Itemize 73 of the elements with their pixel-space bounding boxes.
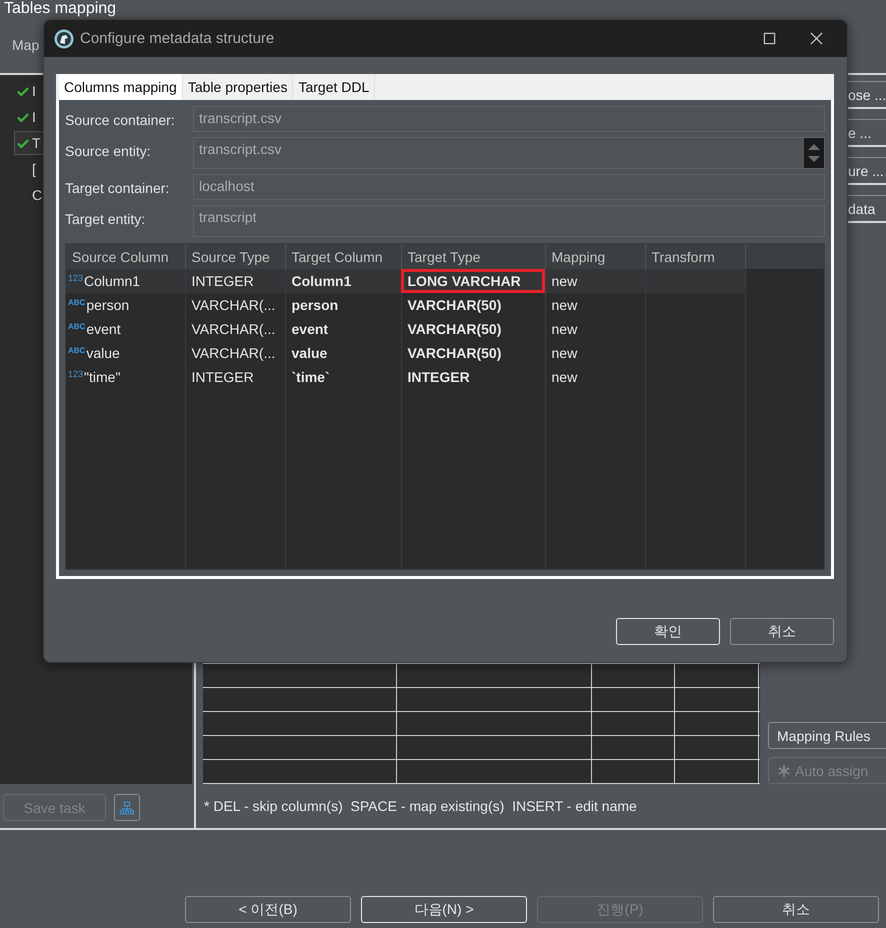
side-button[interactable]: e ...	[848, 119, 886, 147]
tree-item[interactable]: C	[14, 183, 46, 207]
checkmark-icon	[17, 138, 29, 148]
column-header[interactable]: Source Column	[66, 244, 185, 269]
table-cell: LONG VARCHAR	[401, 269, 545, 293]
table-cell: VARCHAR(50)	[401, 293, 545, 317]
table-row[interactable]: $^{123}$Column1 INTEGER Column1 LONG VARCHAR new	[66, 269, 824, 293]
table-row[interactable]: $^{123}$"time" INTEGER `time` INTEGER new	[66, 365, 824, 389]
table-cell: $^{ABC}$ event	[66, 317, 185, 341]
table-row[interactable]: $^{ABC}$ person VARCHAR(... person VARCHAR(50) new	[66, 293, 824, 317]
table-cell: value	[285, 341, 401, 365]
close-icon[interactable]	[810, 32, 823, 45]
checkmark-icon	[17, 86, 29, 96]
round-logo-icon	[54, 28, 74, 48]
table-cell: event	[285, 317, 401, 341]
table-cell: INTEGER	[185, 365, 285, 389]
checkmark-icon	[17, 112, 29, 122]
side-button[interactable]: data	[848, 195, 886, 223]
field-label: Source entity:	[65, 142, 152, 159]
text-field[interactable]: transcript.csv	[193, 106, 825, 132]
text-field[interactable]: transcript.csv	[193, 137, 825, 169]
column-header[interactable]: Source Type	[185, 244, 285, 269]
dialog-button[interactable]: 확인	[616, 618, 720, 645]
side-button[interactable]: ure ...	[848, 157, 886, 185]
wizard-nav-button[interactable]: 취소	[713, 896, 879, 923]
column-header[interactable]: Transform	[645, 244, 745, 269]
table-cell: VARCHAR(...	[185, 341, 285, 365]
tab[interactable]: Columns mapping	[59, 74, 183, 100]
table-cell: VARCHAR(50)	[401, 317, 545, 341]
table-cell: new	[545, 365, 645, 389]
table-cell: new	[545, 317, 645, 341]
table-cell: INTEGER	[401, 365, 545, 389]
spinner-arrows-icon[interactable]	[804, 138, 824, 168]
table-row[interactable]: $^{ABC}$value VARCHAR(... value VARCHAR(50) new	[66, 341, 824, 365]
side-button[interactable]: ose ...	[848, 81, 886, 109]
table-cell: new	[545, 341, 645, 365]
hint-text: * DEL - skip column(s) SPACE - map existing(s) INSERT - edit name	[203, 797, 638, 816]
table-cell: new	[545, 269, 645, 293]
tree-item[interactable]: T	[14, 131, 44, 155]
column-header[interactable]: Target Column	[285, 244, 401, 269]
mapping-rules-button[interactable]: Mapping Rules	[768, 722, 886, 749]
window-title: Tables mapping	[4, 0, 116, 18]
dialog-button[interactable]: 취소	[730, 618, 834, 645]
column-header[interactable]: Mapping	[545, 244, 645, 269]
tree-item[interactable]: I	[14, 79, 39, 103]
wizard-nav-button[interactable]: 다음(N) >	[361, 896, 527, 923]
maximize-icon[interactable]	[763, 32, 776, 45]
table-cell: Column1	[285, 269, 401, 293]
wizard-nav-button[interactable]: < 이전(B)	[185, 896, 351, 923]
table-cell: VARCHAR(50)	[401, 341, 545, 365]
table-row[interactable]: $^{ABC}$ event VARCHAR(... event VARCHAR(50) new	[66, 317, 824, 341]
table-cell: INTEGER	[185, 269, 285, 293]
table-cell: person	[285, 293, 401, 317]
field-label: Target entity:	[65, 210, 146, 227]
table-cell: `time`	[285, 365, 401, 389]
table-cell: VARCHAR(...	[185, 293, 285, 317]
tree-item[interactable]: I	[14, 105, 39, 129]
table-cell: new	[545, 293, 645, 317]
page-subtitle: Map	[12, 37, 40, 53]
table-cell: VARCHAR(...	[185, 317, 285, 341]
text-field[interactable]: localhost	[193, 174, 825, 200]
tree-item[interactable]: [	[14, 157, 39, 181]
table-cell: $^{ABC}$ person	[66, 293, 185, 317]
text-field[interactable]: transcript	[193, 205, 825, 237]
table-cell: $^{123}$Column1	[66, 269, 185, 293]
table-cell: $^{123}$"time"	[66, 365, 185, 389]
column-header[interactable]: Target Type	[401, 244, 545, 269]
field-label: Target container:	[65, 179, 170, 196]
hierarchy-icon	[120, 800, 134, 814]
field-label: Source container:	[65, 111, 176, 128]
table-cell: $^{ABC}$value	[66, 341, 185, 365]
dialog-title: Configure metadata structure	[80, 30, 274, 47]
asterisk-icon	[777, 764, 791, 778]
